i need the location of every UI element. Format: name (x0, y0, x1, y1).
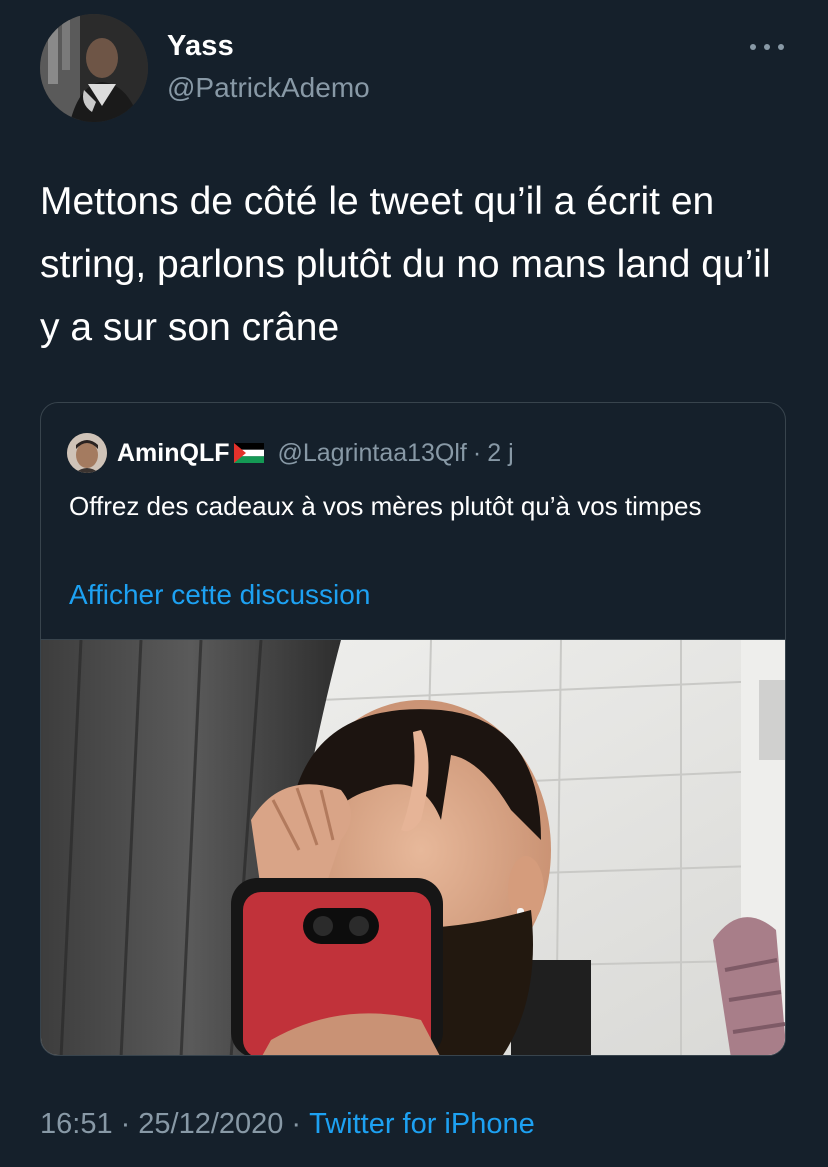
tweet-time: 16:51 (40, 1108, 113, 1140)
dot (778, 44, 784, 50)
quoted-tweet-card[interactable]: AminQLF @Lagrintaa13Qlf · 2 j Offrez des… (40, 402, 786, 1056)
quoted-author-name[interactable]: AminQLF (117, 439, 230, 468)
user-avatar-icon (40, 14, 148, 122)
quoted-user-avatar-icon (67, 433, 107, 473)
dot (750, 44, 756, 50)
quoted-tweet-time[interactable]: 2 j (487, 439, 513, 468)
more-options-icon[interactable] (750, 40, 784, 54)
tweet-date: 25/12/2020 (138, 1108, 284, 1140)
quoted-author-handle[interactable]: @Lagrintaa13Qlf (278, 439, 467, 468)
separator: · (472, 438, 482, 467)
selfie-photo-icon (41, 640, 785, 1055)
quoted-tweet-text: Offrez des cadeaux à vos mères plutôt qu… (69, 491, 702, 521)
quoted-tweet-header: AminQLF @Lagrintaa13Qlf · 2 j (67, 431, 514, 475)
palestine-flag-icon (233, 443, 264, 463)
author-display-name[interactable]: Yass (167, 30, 234, 63)
show-thread-link[interactable]: Afficher cette discussion (69, 579, 370, 611)
quoted-tweet-media[interactable] (41, 639, 785, 1055)
quoted-author-avatar[interactable] (67, 433, 107, 473)
dot (764, 44, 770, 50)
tweet-footer: 16:51 · 25/12/2020 · Twitter for iPhone (40, 1108, 535, 1141)
separator: · (120, 1108, 131, 1140)
tweet-text: Mettons de côté le tweet qu’il a écrit e… (40, 180, 771, 349)
author-handle[interactable]: @PatrickAdemo (167, 72, 370, 104)
tweet-source-link[interactable]: Twitter for iPhone (309, 1108, 535, 1140)
separator: · (291, 1108, 302, 1140)
author-avatar[interactable] (40, 14, 148, 122)
